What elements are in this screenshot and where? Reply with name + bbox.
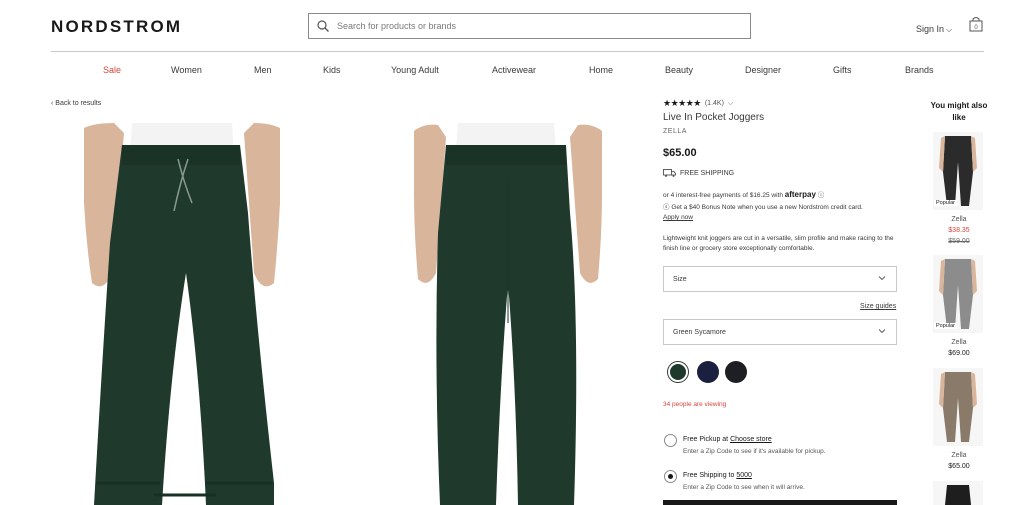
recommendation-image[interactable] (933, 481, 983, 505)
nav-women[interactable]: Women (171, 65, 202, 75)
recommendation-item[interactable]: Zella $38.35 $59.00 (930, 214, 988, 247)
info-icon[interactable]: ⓘ (818, 192, 825, 199)
recommendation-name: Zella (951, 452, 967, 459)
product-brand-link[interactable]: ZELLA (663, 128, 903, 135)
product-price: $65.00 (663, 147, 697, 159)
recommendation-image[interactable] (933, 255, 983, 333)
pickup-option-title: Free Pickup at Choose store (683, 436, 772, 443)
back-link-label: Back to results (55, 100, 102, 107)
chevron-down-icon: ⌵ (727, 99, 734, 107)
popular-badge: Popular (934, 323, 957, 329)
recommendation-image[interactable] (933, 132, 983, 210)
choose-store-link[interactable]: Choose store (730, 436, 772, 443)
nav-gifts[interactable]: Gifts (833, 65, 852, 75)
people-viewing-notice: 34 people are viewing (663, 401, 727, 408)
afterpay-logo: afterpay (784, 190, 816, 199)
pickup-title-label: Free Pickup at (683, 436, 729, 443)
truck-icon (663, 169, 676, 177)
back-to-results-link[interactable]: ‹ Back to results (51, 100, 101, 107)
rating-count: (1.4K) (704, 100, 724, 107)
recommendation-item[interactable]: Zella $65.00 (930, 450, 988, 472)
recommendation-name: Zella (951, 216, 967, 223)
nav-sale[interactable]: Sale (103, 65, 121, 75)
apply-now-link[interactable]: Apply now (663, 214, 693, 221)
recommendation-image[interactable] (933, 368, 983, 446)
pickup-radio[interactable] (664, 434, 677, 447)
nav-activewear[interactable]: Activewear (492, 65, 536, 75)
color-select[interactable]: Green Sycamore (663, 319, 897, 345)
afterpay-text: or 4 interest-free payments of $16.25 wi… (663, 192, 783, 199)
main-nav: Sale Women Men Kids Young Adult Activewe… (0, 65, 1024, 79)
recommendation-name: Zella (951, 339, 967, 346)
shopping-bag-icon: 0 (969, 17, 983, 32)
recommendation-price: $69.00 (948, 350, 970, 357)
nav-men[interactable]: Men (254, 65, 272, 75)
sign-in-menu[interactable]: Sign In ⌵ (916, 24, 952, 35)
free-shipping-label: FREE SHIPPING (680, 169, 735, 177)
color-swatch-navy[interactable] (697, 361, 719, 383)
shipping-radio[interactable] (664, 470, 677, 483)
shipping-option-subtext: Enter a Zip Code to see when it will arr… (683, 484, 805, 491)
recommendation-price: $65.00 (948, 463, 970, 470)
bag-count: 0 (974, 25, 978, 31)
size-select-label: Size (673, 275, 687, 283)
search-input[interactable] (337, 21, 717, 31)
size-select[interactable]: Size (663, 266, 897, 292)
product-image-back[interactable] (414, 123, 602, 505)
recommendation-original-price: $59.00 (948, 238, 970, 245)
color-swatch-green[interactable] (667, 361, 689, 383)
afterpay-info: or 4 interest-free payments of $16.25 wi… (663, 189, 903, 199)
nav-designer[interactable]: Designer (745, 65, 781, 75)
color-select-value: Green Sycamore (673, 328, 726, 336)
shopping-bag-button[interactable]: 0 (968, 16, 984, 32)
nordstrom-logo[interactable]: NORDSTROM (51, 17, 182, 37)
sign-in-label: Sign In (916, 24, 945, 34)
size-guides-link[interactable]: Size guides (860, 303, 896, 310)
recommendation-sale-price: $38.35 (948, 227, 970, 234)
recommendations-heading: You might also like (930, 101, 988, 122)
search-bar[interactable] (308, 13, 751, 39)
bonus-note-promo: ⓢ Get a $40 Bonus Note when you use a ne… (663, 203, 903, 223)
popular-badge: Popular (934, 200, 957, 206)
nav-young-adult[interactable]: Young Adult (391, 65, 439, 75)
nav-home[interactable]: Home (589, 65, 613, 75)
recommendation-item[interactable]: Zella $69.00 (930, 337, 988, 359)
nav-kids[interactable]: Kids (323, 65, 341, 75)
chevron-left-icon: ‹ (51, 100, 54, 107)
chevron-down-icon (878, 329, 886, 334)
star-rating-icon: ★★★★★ (663, 98, 701, 108)
shipping-title-label: Free Shipping to (683, 472, 735, 479)
bonus-note-text: Get a $40 Bonus Note when you use a new … (671, 204, 863, 211)
shipping-option-title: Free Shipping to 5000 (683, 472, 752, 479)
color-swatch-black[interactable] (725, 361, 747, 383)
product-title: Live In Pocket Joggers (663, 112, 765, 123)
header-divider (51, 51, 984, 52)
product-description: Lightweight knit joggers are cut in a ve… (663, 235, 894, 252)
zip-code-link[interactable]: 5000 (736, 472, 752, 479)
add-to-bag-button[interactable] (663, 500, 897, 505)
search-icon (317, 20, 329, 32)
rating-row[interactable]: ★★★★★ (1.4K) ⌵ (663, 98, 903, 109)
bonus-note-icon: ⓢ (663, 204, 670, 211)
product-image-front[interactable] (84, 123, 280, 505)
pickup-option-subtext: Enter a Zip Code to see if it's availabl… (683, 448, 826, 455)
nav-beauty[interactable]: Beauty (665, 65, 693, 75)
chevron-down-icon: ⌵ (946, 25, 953, 34)
nav-brands[interactable]: Brands (905, 65, 934, 75)
free-shipping-badge: FREE SHIPPING (663, 169, 903, 177)
chevron-down-icon (878, 276, 886, 281)
